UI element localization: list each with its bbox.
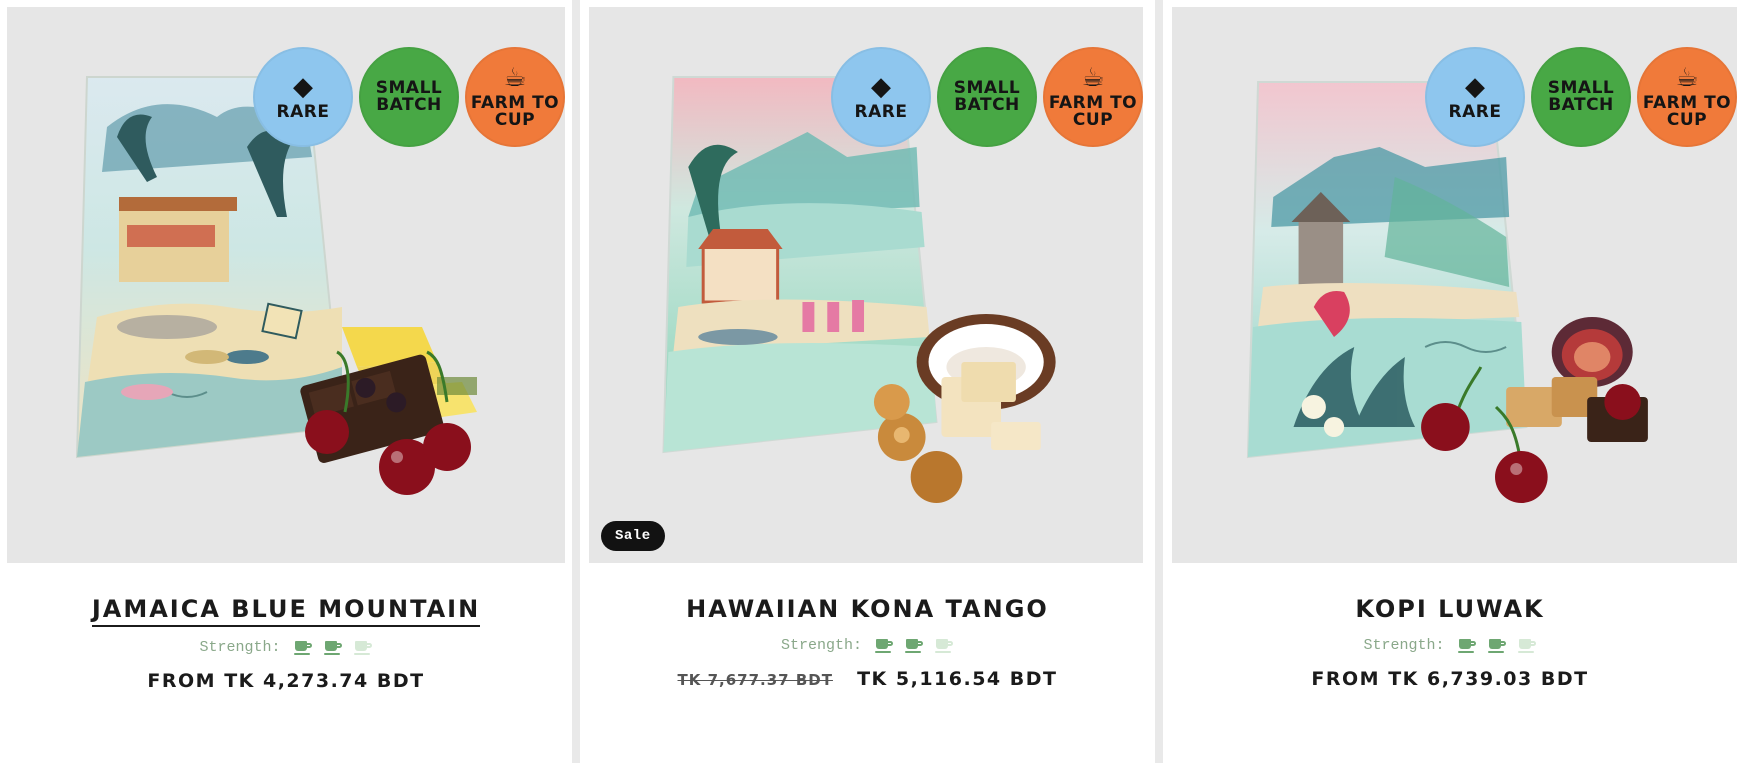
small-batch-badge: SMALL BATCH	[359, 47, 459, 147]
strength-meter	[293, 640, 373, 655]
leaf-cup-icon: ☕	[1081, 63, 1105, 93]
product-title-link[interactable]: HAWAIIAN KONA TANGO	[686, 595, 1049, 625]
strength-label: Strength:	[1363, 637, 1445, 654]
product-info: HAWAIIAN KONA TANGO Strength: TK 7,677.3…	[580, 595, 1155, 690]
coffee-cup-icon	[323, 640, 343, 655]
current-price: FROM TK 6,739.03 BDT	[1311, 668, 1589, 690]
diamond-icon: ◆	[871, 71, 891, 102]
strength-row: Strength:	[0, 639, 572, 656]
strength-meter	[875, 638, 954, 653]
product-price: TK 7,677.37 BDT TK 5,116.54 BDT	[580, 668, 1155, 690]
coffee-cup-icon	[935, 638, 954, 653]
coffee-cup-icon	[353, 640, 373, 655]
product-image[interactable]: ◆ RARE SMALL BATCH ☕ FARM TO CUP Sale	[589, 7, 1143, 563]
diamond-icon: ◆	[1465, 71, 1485, 102]
rare-badge: ◆ RARE	[831, 47, 931, 147]
badge-group: ◆ RARE SMALL BATCH ☕ FARM TO CUP	[253, 47, 565, 147]
product-grid: ◆ RARE SMALL BATCH ☕ FARM TO CUP JAMAICA…	[0, 0, 1737, 763]
coffee-cup-icon	[905, 638, 924, 653]
product-image[interactable]: ◆ RARE SMALL BATCH ☕ FARM TO CUP	[7, 7, 565, 563]
coffee-cup-icon	[875, 638, 894, 653]
current-price: TK 5,116.54 BDT	[857, 668, 1058, 690]
coffee-cup-icon	[1517, 638, 1537, 653]
garnish-fig	[1551, 317, 1633, 387]
farm-to-cup-badge: ☕ FARM TO CUP	[1637, 47, 1737, 147]
product-card[interactable]: ◆ RARE SMALL BATCH ☕ FARM TO CUP Sale HA…	[580, 0, 1155, 763]
product-price: FROM TK 4,273.74 BDT	[0, 670, 572, 692]
coffee-cup-icon	[293, 640, 313, 655]
strength-row: Strength:	[1163, 637, 1737, 654]
diamond-icon: ◆	[293, 71, 313, 102]
badge-group: ◆ RARE SMALL BATCH ☕ FARM TO CUP	[1425, 47, 1737, 147]
product-price: FROM TK 6,739.03 BDT	[1163, 668, 1737, 690]
product-info: KOPI LUWAK Strength: FROM TK 6,739.03 BD…	[1163, 595, 1737, 690]
original-price: TK 7,677.37 BDT	[677, 671, 833, 689]
sale-badge: Sale	[601, 521, 665, 551]
strength-row: Strength:	[580, 637, 1155, 654]
product-title-link[interactable]: JAMAICA BLUE MOUNTAIN	[91, 595, 481, 627]
farm-to-cup-badge: ☕ FARM TO CUP	[1043, 47, 1143, 147]
strength-meter	[1457, 638, 1537, 653]
product-info: JAMAICA BLUE MOUNTAIN Strength: FROM TK …	[0, 595, 572, 692]
rare-badge: ◆ RARE	[253, 47, 353, 147]
strength-label: Strength:	[199, 639, 281, 656]
product-image[interactable]: ◆ RARE SMALL BATCH ☕ FARM TO CUP	[1172, 7, 1737, 563]
badge-group: ◆ RARE SMALL BATCH ☕ FARM TO CUP	[831, 47, 1143, 147]
product-title-link[interactable]: KOPI LUWAK	[1355, 595, 1544, 625]
small-batch-badge: SMALL BATCH	[937, 47, 1037, 147]
small-batch-badge: SMALL BATCH	[1531, 47, 1631, 147]
current-price: FROM TK 4,273.74 BDT	[147, 670, 425, 692]
leaf-cup-icon: ☕	[503, 63, 527, 93]
coffee-cup-icon	[1457, 638, 1477, 653]
leaf-cup-icon: ☕	[1675, 63, 1699, 93]
coffee-cup-icon	[1487, 638, 1507, 653]
farm-to-cup-badge: ☕ FARM TO CUP	[465, 47, 565, 147]
rare-badge: ◆ RARE	[1425, 47, 1525, 147]
strength-label: Strength:	[780, 637, 862, 654]
product-card[interactable]: ◆ RARE SMALL BATCH ☕ FARM TO CUP KOPI LU…	[1163, 0, 1737, 763]
product-card[interactable]: ◆ RARE SMALL BATCH ☕ FARM TO CUP JAMAICA…	[0, 0, 572, 763]
